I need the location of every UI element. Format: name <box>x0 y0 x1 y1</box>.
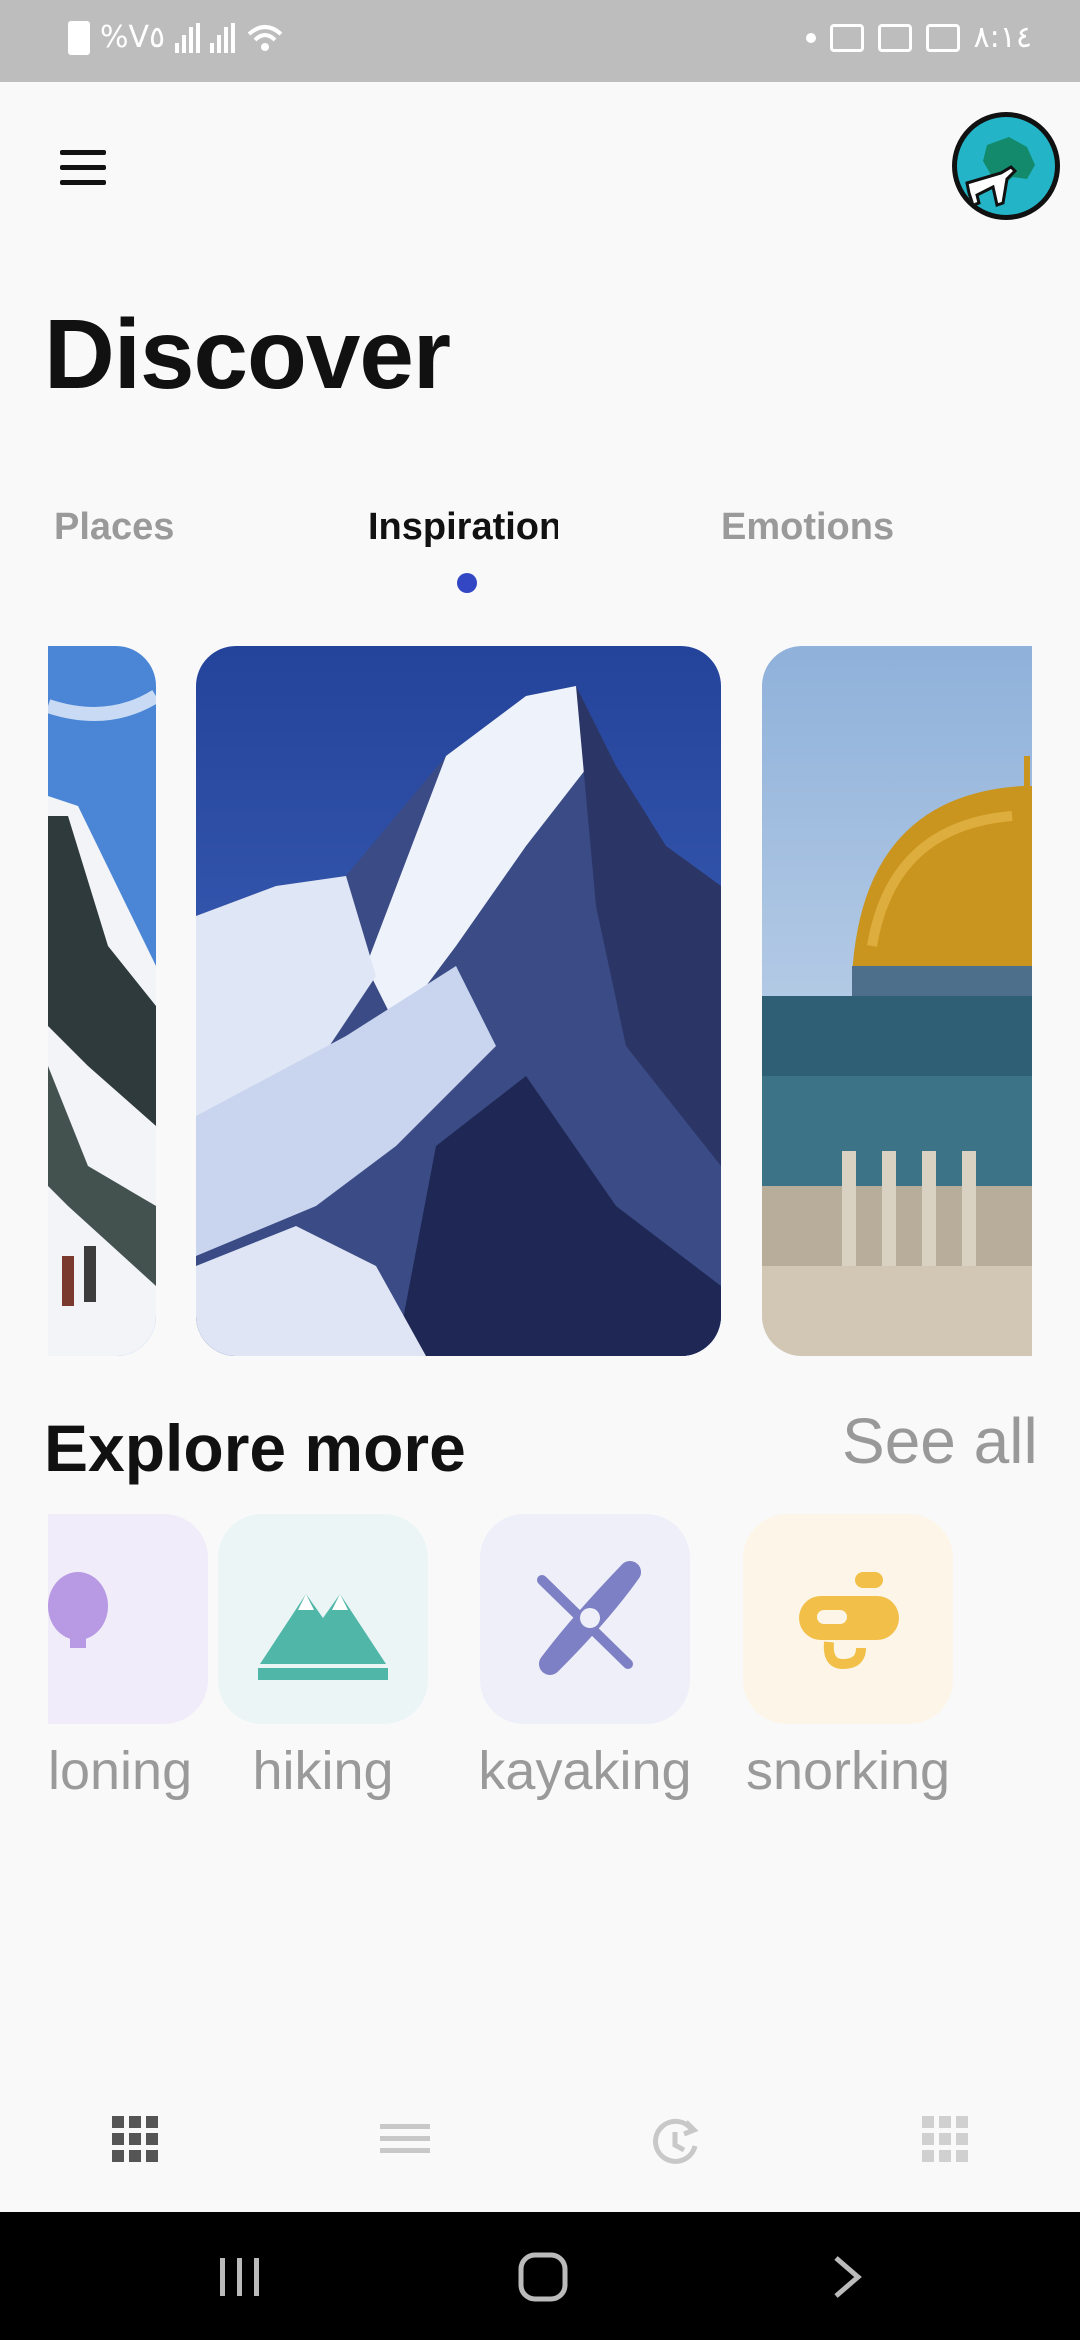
mountain-image <box>196 646 721 1356</box>
section-title: Explore more <box>44 1411 466 1485</box>
see-all-link[interactable]: See all <box>842 1404 1038 1478</box>
signal-icon <box>175 22 201 53</box>
inspiration-card[interactable] <box>762 646 1032 1356</box>
system-navigation-bar <box>0 2212 1080 2340</box>
tab-places[interactable]: Places <box>54 506 174 549</box>
inspiration-card[interactable] <box>48 646 156 1356</box>
camera-icon <box>877 23 912 52</box>
notification-dot-icon <box>805 32 816 43</box>
battery-charging-icon <box>68 20 90 55</box>
battery-percent: %V٥ <box>100 20 166 55</box>
inspiration-card[interactable] <box>196 646 721 1356</box>
signal-icon <box>210 22 236 53</box>
home-icon[interactable] <box>518 2252 568 2302</box>
category-item-ballooning[interactable]: loning <box>48 1500 218 1820</box>
hamburger-menu-icon[interactable] <box>58 150 108 186</box>
grid-icon[interactable] <box>112 2116 172 2176</box>
category-label: snorking <box>745 1741 951 1801</box>
recents-icon[interactable] <box>218 2256 264 2298</box>
category-tile-snorkeling[interactable] <box>743 1514 953 1724</box>
status-bar: %V٥ ٨:١٤ <box>0 0 1080 82</box>
category-label: loning <box>48 1741 193 1801</box>
gallery-icon <box>829 23 864 52</box>
tab-inspiration[interactable]: Inspiration <box>368 506 558 549</box>
category-label: hiking <box>252 1741 394 1801</box>
list-icon[interactable] <box>380 2116 440 2176</box>
globe-airplane-icon[interactable] <box>952 112 1060 220</box>
active-tab-indicator <box>457 573 477 593</box>
history-icon[interactable] <box>648 2116 708 2176</box>
mosque-image <box>762 646 1032 1356</box>
mountains-icon <box>258 1594 388 1680</box>
balloon-icon <box>48 1514 208 1724</box>
wifi-icon <box>247 24 283 51</box>
image-icon <box>925 23 960 52</box>
tab-emotions[interactable]: Emotions <box>721 506 894 549</box>
category-tile-kayaking[interactable] <box>480 1514 690 1724</box>
bottom-nav <box>0 2090 1080 2210</box>
snorkel-mask-icon <box>799 1572 899 1670</box>
kayak-icon <box>537 1561 641 1675</box>
page-title: Discover <box>44 299 451 409</box>
category-label: kayaking <box>478 1741 692 1801</box>
apps-icon[interactable] <box>922 2116 982 2176</box>
status-time: ٨:١٤ <box>973 20 1032 55</box>
category-tile-hiking[interactable] <box>218 1514 428 1724</box>
climbers-image <box>48 646 156 1356</box>
back-icon[interactable] <box>830 2254 864 2300</box>
